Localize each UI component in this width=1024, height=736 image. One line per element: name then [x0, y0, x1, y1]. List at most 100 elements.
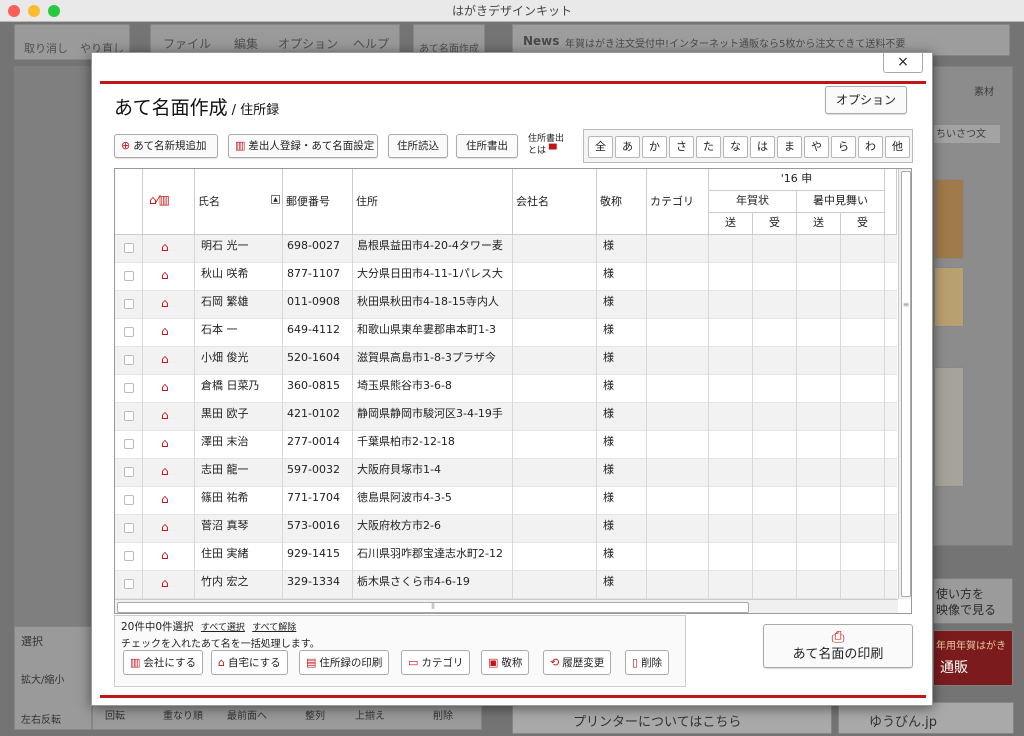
type-cell: [143, 459, 195, 487]
video-help[interactable]: 使い方を 映像で見る: [933, 578, 1013, 624]
bulk-panel: 20件中0件選択 すべて選択 すべて解除 チェックを入れたあて名を一括処理します…: [114, 615, 686, 687]
kana-button[interactable]: ま: [777, 136, 802, 158]
promo-banner[interactable]: 年用年賀はがき 通販: [933, 630, 1013, 686]
nenga-receive-cell: [753, 375, 797, 403]
news-text[interactable]: 年賀はがき注文受付中!インターネット通販なら5枚から注文できて送料不要: [565, 35, 905, 50]
material-thumb[interactable]: [934, 267, 964, 327]
history-button[interactable]: ⟲ 履歴変更: [543, 650, 612, 675]
header-address[interactable]: 住所: [353, 169, 513, 235]
table-row[interactable]: ⌂ 志田 龍一 597-0032 大阪府貝塚市1-4 様: [115, 459, 897, 487]
nenga-send-cell: [709, 487, 753, 515]
zip-cell: 573-0016: [283, 515, 353, 543]
flip-label[interactable]: 左右反転: [21, 711, 61, 726]
rotate-button[interactable]: 回転: [105, 707, 125, 722]
print-list-button[interactable]: ▤ 住所録の印刷: [299, 650, 390, 675]
material-thumb[interactable]: [934, 179, 964, 259]
zip-cell: 929-1415: [283, 543, 353, 571]
header-category[interactable]: カテゴリ: [647, 169, 709, 235]
table-row[interactable]: ⌂ 澤田 末治 277-0014 千葉県柏市2-12-18 様: [115, 431, 897, 459]
honorific-cell: 様: [597, 347, 647, 375]
honorific-button[interactable]: ▣ 敬称: [481, 650, 530, 675]
table-row[interactable]: ⌂ 明石 光一 698-0027 島根県益田市4-20-4タワー麦様: [115, 235, 897, 263]
kana-button-other[interactable]: 他: [885, 136, 910, 158]
header-nenga-receive[interactable]: 受: [753, 213, 797, 235]
header-nenga-send[interactable]: 送: [709, 213, 753, 235]
table-row[interactable]: ⌂ 倉橋 日菜乃 360-0815 埼玉県熊谷市3-6-8 様: [115, 375, 897, 403]
delete-button[interactable]: ▯ 削除: [625, 650, 670, 675]
header-shochu-send[interactable]: 送: [797, 213, 841, 235]
name-cell: 石岡 繁雄: [195, 291, 283, 319]
header-name[interactable]: 氏名 ▲: [195, 169, 283, 235]
kana-button[interactable]: は: [750, 136, 775, 158]
zip-cell: 421-0102: [283, 403, 353, 431]
sort-up-icon[interactable]: ▲: [271, 195, 280, 204]
print-address-button[interactable]: ⎙ あて名面の印刷: [763, 624, 913, 668]
dialog-close-button[interactable]: ×: [883, 53, 923, 73]
nenga-receive-cell: [753, 347, 797, 375]
make-company-button[interactable]: ▥ 会社にする: [123, 650, 204, 675]
category-cell: [647, 571, 709, 599]
category-button[interactable]: ▭ カテゴリ: [401, 650, 471, 675]
options-button[interactable]: オプション: [825, 86, 907, 114]
check-cell: [115, 235, 143, 263]
type-cell: [143, 487, 195, 515]
zip-cell: 649-4112: [283, 319, 353, 347]
table-row[interactable]: ⌂ 小畑 俊光 520-1604 滋賀県高島市1-8-3プラザ今様: [115, 347, 897, 375]
yubin-label: ゆうびん.jp: [869, 715, 937, 730]
add-address-button[interactable]: ⊕ あて名新規追加: [114, 134, 218, 158]
table-row[interactable]: ⌂ 篠田 祐希 771-1704 徳島県阿波市4-3-5 様: [115, 487, 897, 515]
kana-button[interactable]: た: [696, 136, 721, 158]
clear-all-link[interactable]: すべて解除: [252, 623, 296, 633]
table-row[interactable]: ⌂ 石岡 繁雄 011-0908 秋田県秋田市4-18-15寺内人様: [115, 291, 897, 319]
align-top-button[interactable]: 上揃え: [355, 707, 385, 722]
vertical-scrollbar[interactable]: ≡: [898, 169, 911, 599]
select-tab[interactable]: 選択: [21, 633, 43, 649]
zoom-window-icon[interactable]: [48, 5, 60, 17]
kana-button[interactable]: さ: [669, 136, 694, 158]
kana-button-all[interactable]: 全: [588, 136, 613, 158]
header-address-label: 住所: [356, 195, 378, 208]
select-all-link[interactable]: すべて選択: [201, 623, 245, 633]
video-line1: 使い方を: [936, 587, 985, 601]
kana-button[interactable]: わ: [858, 136, 883, 158]
export-button[interactable]: 住所書出: [456, 134, 518, 158]
table-row[interactable]: ⌂ 黒田 欧子 421-0102 静岡県静岡市駿河区3-4-19手様: [115, 403, 897, 431]
yubin-link[interactable]: ゆうびん.jp: [838, 702, 1014, 734]
vertical-scroll-thumb[interactable]: ≡: [901, 171, 911, 597]
close-window-icon[interactable]: [8, 5, 20, 17]
horizontal-scroll-thumb[interactable]: ⦀: [117, 602, 749, 613]
nenga-receive-cell: [753, 235, 797, 263]
kana-button[interactable]: や: [804, 136, 829, 158]
import-button[interactable]: 住所読込: [388, 134, 448, 158]
sender-settings-button[interactable]: ▥ 差出人登録・あて名面設定: [228, 134, 378, 158]
header-type[interactable]: ⌂⁄▥: [143, 169, 195, 235]
export-help-link[interactable]: 住所書出 とは ▀: [528, 134, 564, 157]
horizontal-scrollbar[interactable]: ⦀: [115, 599, 898, 613]
kana-button[interactable]: あ: [615, 136, 640, 158]
header-zip[interactable]: 郵便番号: [283, 169, 353, 235]
type-cell: [143, 431, 195, 459]
bg-delete-button[interactable]: 削除: [433, 707, 453, 722]
header-shochu-receive[interactable]: 受: [841, 213, 885, 235]
kana-button[interactable]: な: [723, 136, 748, 158]
printer-info-label: プリンターについてはこちら: [573, 715, 742, 730]
table-row[interactable]: ⌂ 菅沼 真琴 573-0016 大阪府枚方市2-6 様: [115, 515, 897, 543]
printer-info-button[interactable]: プリンターについてはこちら: [512, 702, 832, 734]
honorific-cell: 様: [597, 235, 647, 263]
undo-button[interactable]: 取り消し: [21, 41, 71, 59]
minimize-window-icon[interactable]: [28, 5, 40, 17]
header-honorific[interactable]: 敬称: [597, 169, 647, 235]
header-company[interactable]: 会社名: [513, 169, 597, 235]
nenga-send-cell: [709, 515, 753, 543]
export-help-line2: とは: [528, 146, 547, 156]
table-row[interactable]: ⌂ 石本 一 649-4112 和歌山県東牟婁郡串本町1-3 様: [115, 319, 897, 347]
kana-button[interactable]: か: [642, 136, 667, 158]
material-thumb[interactable]: [934, 367, 964, 487]
front-button[interactable]: 最前面へ: [227, 707, 267, 722]
table-row[interactable]: ⌂ 竹内 宏之 329-1334 栃木県さくら市4-6-19 様: [115, 571, 897, 599]
make-home-button[interactable]: ⌂ 自宅にする: [211, 650, 288, 675]
table-row[interactable]: ⌂ 秋山 咲希 877-1107 大分県日田市4-11-1パレス大様: [115, 263, 897, 291]
address-cell: 大阪府貝塚市1-4: [353, 459, 513, 487]
kana-button[interactable]: ら: [831, 136, 856, 158]
table-row[interactable]: ⌂ 住田 実緒 929-1415 石川県羽咋郡宝達志水町2-12 様: [115, 543, 897, 571]
